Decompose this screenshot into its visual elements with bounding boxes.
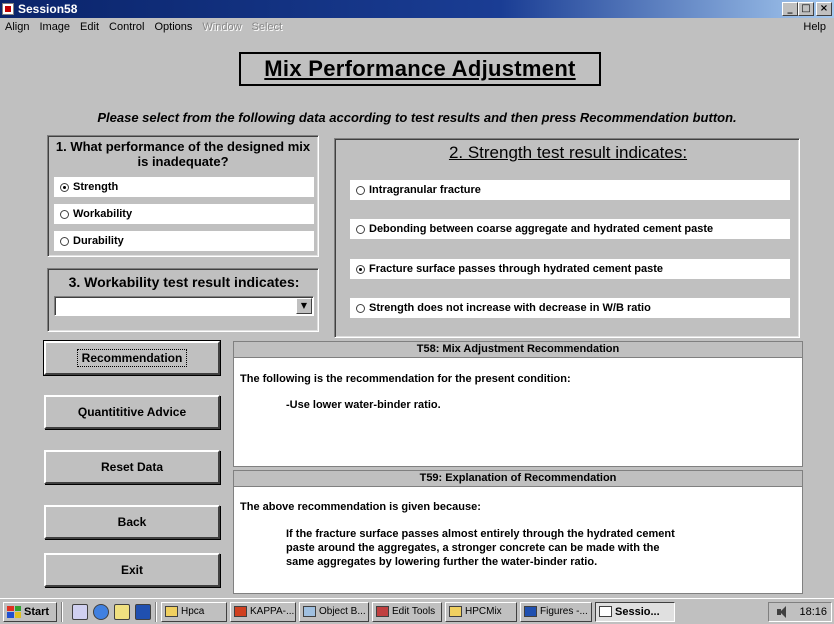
quantitative-advice-button[interactable]: Quantititive Advice (44, 395, 220, 429)
radio-strength[interactable]: Strength (54, 177, 314, 197)
radio-label: Durability (73, 235, 124, 247)
radio-unchecked-icon[interactable] (60, 236, 69, 246)
speaker-icon[interactable] (777, 606, 789, 618)
folder-icon (165, 606, 178, 617)
explanation-line: same aggregates by lowering further the … (286, 556, 598, 568)
radio-unchecked-icon[interactable] (356, 185, 365, 195)
radio-unchecked-icon[interactable] (356, 303, 365, 313)
menu-bar: Align Image Edit Control Options Window … (0, 18, 834, 35)
internet-explorer-icon[interactable] (93, 603, 109, 620)
maximize-button[interactable]: □ (798, 2, 814, 16)
explanation-box-title: T59: Explanation of Recommendation (234, 471, 802, 487)
menu-window: Window (202, 20, 242, 33)
tools-icon (376, 606, 389, 617)
menu-edit[interactable]: Edit (75, 21, 104, 33)
radio-fracture-surface[interactable]: Fracture surface passes through hydrated… (350, 259, 790, 279)
task-hpcmix[interactable]: HPCMix (445, 601, 517, 622)
radio-label: Fracture surface passes through hydrated… (369, 263, 664, 275)
radio-workability[interactable]: Workability (54, 204, 314, 224)
workability-panel: 3. Workability test result indicates: ▼ (47, 268, 319, 332)
task-object-browser[interactable]: Object B... (299, 601, 369, 622)
minimize-button[interactable]: _ (782, 2, 798, 16)
menu-select: Select (251, 20, 283, 33)
task-session[interactable]: Sessio... (595, 601, 675, 622)
quicklaunch-desktop-icon[interactable] (72, 603, 88, 620)
task-label: Sessio... (615, 605, 660, 618)
radio-label: Strength does not increase with decrease… (369, 302, 651, 314)
menu-options[interactable]: Options (149, 21, 197, 33)
task-label: Edit Tools (392, 606, 436, 617)
word-document-icon (524, 606, 537, 617)
radio-unchecked-icon[interactable] (356, 224, 365, 234)
menu-image[interactable]: Image (34, 21, 75, 33)
window-titlebar[interactable]: Session58 _ □ × (0, 0, 834, 18)
recommendation-button[interactable]: Recommendation (43, 340, 221, 376)
task-label: Figures -... (540, 606, 588, 617)
taskbar-separator (61, 601, 63, 622)
radio-strength-wb[interactable]: Strength does not increase with decrease… (350, 298, 790, 318)
radio-durability[interactable]: Durability (54, 231, 314, 251)
workability-panel-title: 3. Workability test result indicates: (68, 274, 300, 290)
taskbar: Start Hpca KAPPA-... Object B... Edit To… (0, 598, 834, 624)
recommendation-box-title: T58: Mix Adjustment Recommendation (234, 342, 802, 358)
system-tray: 18:16 (768, 602, 832, 622)
recommendation-intro: The following is the recommendation for … (240, 373, 571, 385)
start-button[interactable]: Start (3, 601, 57, 622)
radio-unchecked-icon[interactable] (60, 209, 69, 219)
outlook-icon[interactable] (114, 603, 130, 620)
radio-label: Intragranular fracture (369, 184, 481, 196)
window-icon (599, 606, 612, 617)
menu-align[interactable]: Align (0, 21, 34, 33)
page-title: Mix Performance Adjustment (239, 52, 601, 86)
back-button[interactable]: Back (44, 505, 220, 539)
performance-panel-title: 1. What performance of the designed mix … (55, 139, 311, 169)
radio-label: Debonding between coarse aggregate and h… (369, 223, 714, 235)
task-label: KAPPA-... (250, 606, 295, 617)
explanation-line: paste around the aggregates, a stronger … (286, 542, 660, 554)
menu-help[interactable]: Help (798, 21, 831, 33)
explanation-intro: The above recommendation is given becaus… (240, 501, 481, 513)
window-title: Session58 (18, 2, 78, 16)
task-figures[interactable]: Figures -... (520, 601, 592, 622)
task-hpca[interactable]: Hpca (161, 601, 227, 622)
task-edit-tools[interactable]: Edit Tools (372, 601, 442, 622)
strength-panel-title: 2. Strength test result indicates: (448, 143, 688, 162)
radio-checked-icon[interactable] (60, 182, 69, 192)
radio-intragranular[interactable]: Intragranular fracture (350, 180, 790, 200)
menu-control[interactable]: Control (104, 21, 149, 33)
kappa-icon (234, 606, 247, 617)
task-label: Object B... (319, 606, 366, 617)
performance-panel: 1. What performance of the designed mix … (47, 135, 319, 257)
radio-label: Workability (73, 208, 133, 220)
radio-debonding[interactable]: Debonding between coarse aggregate and h… (350, 219, 790, 239)
explanation-line: If the fracture surface passes almost en… (286, 528, 675, 540)
window-icon (303, 606, 316, 617)
workability-select[interactable]: ▼ (54, 296, 314, 316)
close-button[interactable]: × (816, 2, 832, 16)
clock: 18:16 (799, 606, 827, 618)
task-label: Hpca (181, 606, 205, 617)
taskbar-separator (155, 601, 157, 622)
word-icon[interactable] (135, 603, 151, 620)
recommendation-item: -Use lower water-binder ratio. (286, 399, 441, 411)
task-label: HPCMix (465, 606, 502, 617)
explanation-box: T59: Explanation of Recommendation The a… (233, 470, 803, 594)
start-label: Start (24, 605, 50, 618)
strength-panel: 2. Strength test result indicates: Intra… (334, 138, 800, 338)
chevron-down-icon[interactable]: ▼ (296, 298, 312, 314)
recommendation-box: T58: Mix Adjustment Recommendation The f… (233, 341, 803, 467)
app-icon (2, 3, 14, 15)
folder-icon (449, 606, 462, 617)
exit-button[interactable]: Exit (44, 553, 220, 587)
radio-checked-icon[interactable] (356, 264, 365, 274)
task-kappa[interactable]: KAPPA-... (230, 601, 296, 622)
windows-logo-icon (7, 605, 21, 618)
instructions-text: Please select from the following data ac… (97, 110, 737, 125)
recommendation-button-label: Recommendation (76, 349, 188, 367)
radio-label: Strength (73, 181, 119, 193)
reset-data-button[interactable]: Reset Data (44, 450, 220, 484)
